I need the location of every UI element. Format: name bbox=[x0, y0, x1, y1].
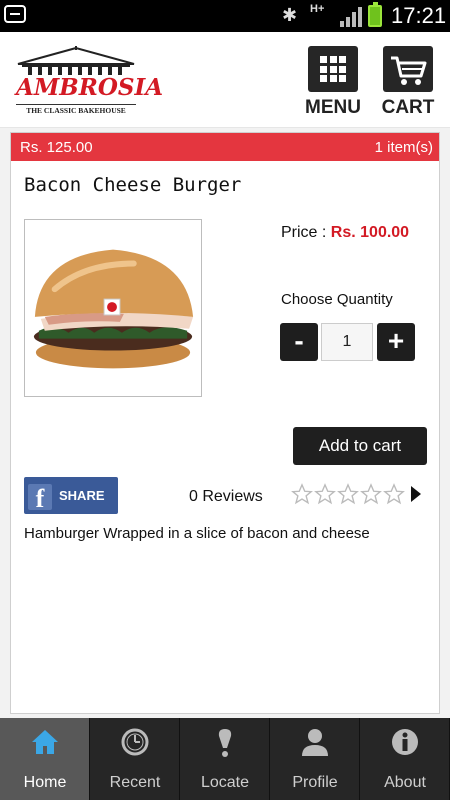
battery-icon bbox=[368, 2, 382, 27]
home-icon bbox=[32, 730, 58, 754]
facebook-share-button[interactable]: f SHARE bbox=[24, 477, 118, 514]
star-icon bbox=[291, 483, 313, 505]
network-type: H+ bbox=[310, 3, 325, 15]
info-icon bbox=[392, 729, 418, 755]
tab-about[interactable]: About bbox=[360, 718, 450, 800]
tab-profile[interactable]: Profile bbox=[270, 718, 360, 800]
cart-button[interactable]: CART bbox=[378, 46, 438, 119]
star-icon bbox=[337, 483, 359, 505]
cart-item-count: 1 item(s) bbox=[374, 139, 433, 156]
cart-total: Rs. 125.00 bbox=[20, 139, 93, 156]
chevron-right-icon[interactable] bbox=[411, 486, 421, 502]
bluetooth-icon: ✱ bbox=[282, 5, 298, 25]
tab-label: Profile bbox=[292, 774, 338, 791]
user-icon bbox=[302, 729, 328, 756]
star-icon bbox=[314, 483, 336, 505]
signal-icon bbox=[340, 7, 362, 27]
cart-label: CART bbox=[381, 97, 435, 118]
quantity-label: Choose Quantity bbox=[281, 291, 393, 308]
menu-label: MENU bbox=[305, 97, 361, 118]
grid-icon bbox=[308, 46, 358, 92]
product-card: Rs. 125.00 1 item(s) Bacon Cheese Burger… bbox=[10, 132, 440, 714]
quantity-increment-button[interactable]: + bbox=[377, 323, 415, 361]
facebook-icon: f bbox=[28, 484, 52, 513]
price-label: Price : bbox=[281, 224, 327, 241]
product-image[interactable] bbox=[24, 219, 202, 397]
quantity-decrement-button[interactable]: - bbox=[280, 323, 318, 361]
tab-label: Home bbox=[23, 774, 67, 791]
clock-icon bbox=[121, 728, 149, 756]
cart-summary-bar[interactable]: Rs. 125.00 1 item(s) bbox=[11, 133, 439, 161]
reviews-count[interactable]: 0 Reviews bbox=[189, 488, 263, 506]
logo-brand-text: AMBROSIA bbox=[16, 74, 164, 101]
star-icon bbox=[360, 483, 382, 505]
add-to-cart-button[interactable]: Add to cart bbox=[293, 427, 427, 465]
share-label: SHARE bbox=[59, 488, 105, 503]
status-bar: ✱ H+ 17:21 bbox=[0, 0, 450, 32]
location-pin-icon bbox=[218, 729, 232, 757]
tab-home[interactable]: Home bbox=[0, 718, 90, 800]
product-description: Hamburger Wrapped in a slice of bacon an… bbox=[24, 525, 370, 542]
logo-tagline: THE CLASSIC BAKEHOUSE bbox=[16, 104, 136, 115]
price-value: Rs. 100.00 bbox=[330, 224, 410, 241]
app-header: AMBROSIA THE CLASSIC BAKEHOUSE MENU CART bbox=[0, 32, 450, 128]
tab-label: Recent bbox=[109, 774, 161, 791]
price-row: Price : Rs. 100.00 bbox=[281, 224, 409, 242]
cart-icon bbox=[383, 46, 433, 92]
star-icon bbox=[383, 483, 405, 505]
tab-label: Locate bbox=[200, 774, 250, 791]
quantity-field[interactable]: 1 bbox=[321, 323, 373, 361]
clock: 17:21 bbox=[391, 3, 447, 28]
logo-roof-icon bbox=[17, 46, 135, 75]
tab-label: About bbox=[384, 774, 426, 791]
menu-button[interactable]: MENU bbox=[303, 46, 363, 119]
product-title: Bacon Cheese Burger bbox=[24, 174, 242, 196]
tab-locate[interactable]: Locate bbox=[180, 718, 270, 800]
bottom-tab-bar: Home Recent Locate Profile About bbox=[0, 718, 450, 800]
burger-image bbox=[33, 249, 194, 369]
rating-stars[interactable] bbox=[291, 483, 405, 507]
back-icon[interactable] bbox=[4, 5, 26, 23]
ambrosia-logo[interactable]: AMBROSIA THE CLASSIC BAKEHOUSE bbox=[14, 46, 164, 126]
tab-recent[interactable]: Recent bbox=[90, 718, 180, 800]
